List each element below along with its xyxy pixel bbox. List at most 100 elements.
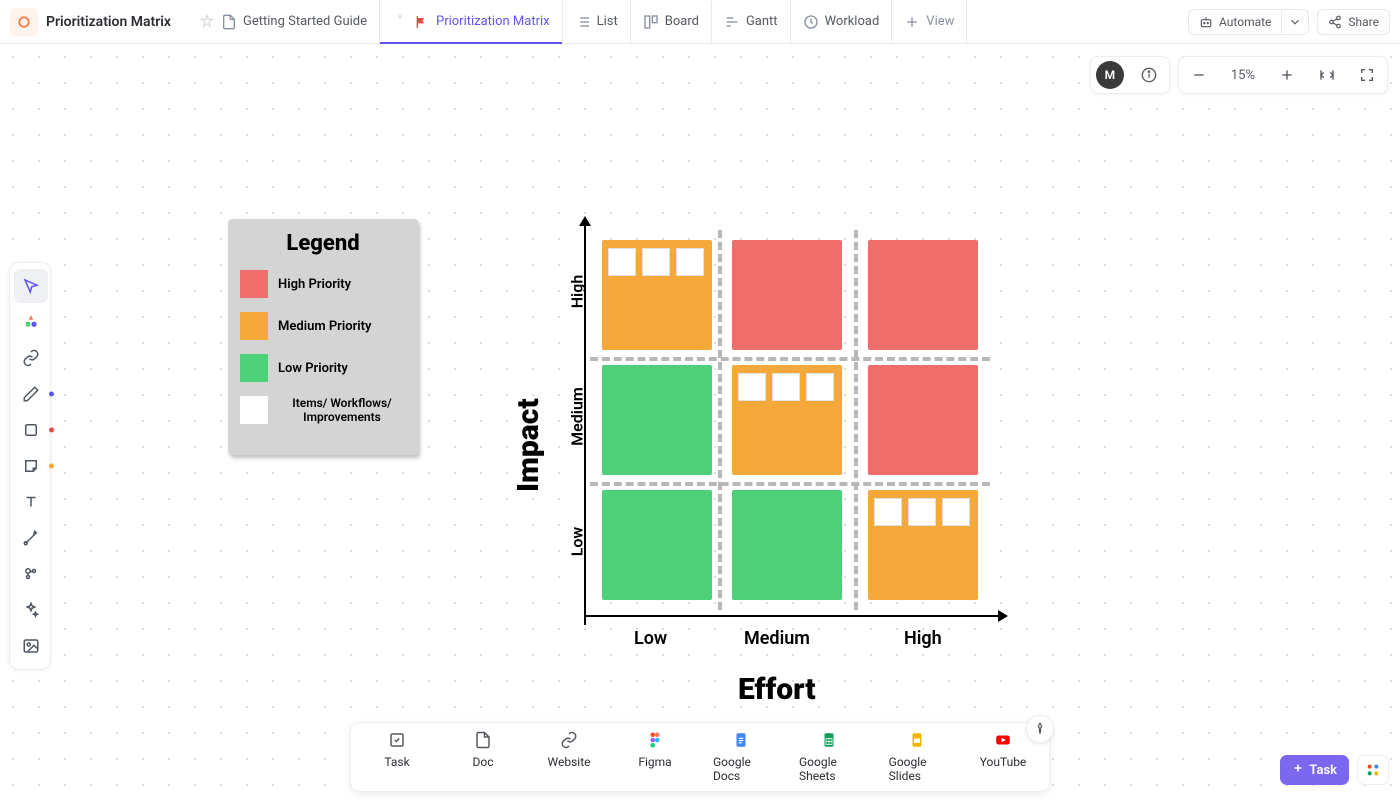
- doc-icon: [474, 731, 492, 749]
- chevron-down-icon: [1288, 15, 1302, 29]
- swatch-red: [240, 270, 268, 298]
- apps-button[interactable]: [1357, 755, 1389, 785]
- templates-tool[interactable]: [14, 305, 48, 339]
- automate-label: Automate: [1219, 15, 1271, 29]
- bt-task[interactable]: Task: [369, 731, 425, 783]
- legend-label: Low Priority: [278, 361, 348, 376]
- y-tick-medium: Medium: [568, 382, 587, 452]
- swatch-orange: [240, 312, 268, 340]
- y-axis-label: Impact: [511, 398, 546, 492]
- cell-high-medium[interactable]: [732, 240, 842, 350]
- avatar[interactable]: M: [1096, 61, 1124, 89]
- robot-icon: [1199, 15, 1213, 29]
- new-task-button[interactable]: Task: [1280, 755, 1349, 785]
- swatch-green: [240, 354, 268, 382]
- sticky-note-tool[interactable]: [14, 449, 48, 483]
- cell-high-low[interactable]: [602, 240, 712, 350]
- google-sheets-icon: [820, 731, 838, 749]
- automate-dropdown[interactable]: [1281, 9, 1309, 35]
- legend-row-low: Low Priority: [240, 354, 406, 382]
- bt-youtube[interactable]: YouTube: [975, 731, 1031, 783]
- tab-label: View: [926, 14, 954, 29]
- legend-panel[interactable]: Legend High Priority Medium Priority Low…: [228, 219, 418, 455]
- list-icon: [575, 14, 591, 30]
- bt-label: Task: [384, 755, 409, 769]
- item-card[interactable]: [738, 373, 766, 401]
- pen-tool[interactable]: [14, 377, 48, 411]
- app-logo[interactable]: [10, 8, 38, 36]
- cell-low-high[interactable]: [868, 490, 978, 600]
- whiteboard-canvas[interactable]: M 15% Legend High Priority Medium Priori…: [0, 44, 1400, 803]
- text-tool[interactable]: [14, 485, 48, 519]
- x-axis-label: Effort: [738, 672, 816, 720]
- x-axis-line: [584, 615, 1004, 617]
- select-tool[interactable]: [14, 269, 48, 303]
- cell-medium-low[interactable]: [602, 365, 712, 475]
- pin-icon: [199, 14, 215, 30]
- bt-doc[interactable]: Doc: [455, 731, 511, 783]
- connector-tool[interactable]: [14, 521, 48, 555]
- tab-workload[interactable]: Workload: [790, 1, 892, 43]
- bt-label: Google Docs: [713, 755, 769, 783]
- cell-medium-medium[interactable]: [732, 365, 842, 475]
- shape-tool[interactable]: [14, 413, 48, 447]
- tab-label: Gantt: [746, 14, 778, 29]
- cell-low-medium[interactable]: [732, 490, 842, 600]
- matrix[interactable]: Impact Effort High Medium Low Low Medium…: [486, 212, 1016, 712]
- tab-getting-started[interactable]: Getting Started Guide: [187, 1, 379, 43]
- bt-label: Google Slides: [889, 755, 945, 783]
- tab-prioritization-matrix[interactable]: Prioritization Matrix: [379, 1, 562, 43]
- tab-label: List: [597, 14, 618, 29]
- left-toolbar: [9, 262, 51, 670]
- item-card[interactable]: [874, 498, 902, 526]
- bt-label: Figma: [638, 755, 671, 769]
- presence-pill: M: [1090, 56, 1170, 94]
- tab-board[interactable]: Board: [630, 1, 711, 43]
- bottom-right-controls: Task: [1280, 755, 1389, 785]
- bt-google-slides[interactable]: Google Slides: [889, 731, 945, 783]
- bt-google-sheets[interactable]: Google Sheets: [799, 731, 859, 783]
- item-card[interactable]: [908, 498, 936, 526]
- link-tool[interactable]: [14, 341, 48, 375]
- item-card[interactable]: [942, 498, 970, 526]
- cell-low-low[interactable]: [602, 490, 712, 600]
- zoom-out-button[interactable]: [1179, 57, 1219, 93]
- bt-google-docs[interactable]: Google Docs: [713, 731, 769, 783]
- tab-gantt[interactable]: Gantt: [711, 1, 790, 43]
- fit-width-button[interactable]: [1307, 57, 1347, 93]
- share-button[interactable]: Share: [1317, 9, 1390, 35]
- x-tick-medium: Medium: [744, 628, 810, 649]
- item-card[interactable]: [676, 248, 704, 276]
- automate-button[interactable]: Automate: [1188, 9, 1281, 35]
- item-card[interactable]: [772, 373, 800, 401]
- gantt-icon: [724, 14, 740, 30]
- top-bar: Prioritization Matrix Getting Started Gu…: [0, 0, 1400, 44]
- youtube-icon: [994, 731, 1012, 749]
- bt-figma[interactable]: Figma: [627, 731, 683, 783]
- cell-high-high[interactable]: [868, 240, 978, 350]
- tab-add-view[interactable]: View: [891, 1, 967, 43]
- tab-list[interactable]: List: [562, 1, 630, 43]
- image-tool[interactable]: [14, 629, 48, 663]
- more-tool[interactable]: [14, 557, 48, 591]
- cell-medium-high[interactable]: [868, 365, 978, 475]
- zoom-in-button[interactable]: [1267, 57, 1307, 93]
- legend-row-items: Items/ Workflows/ Improvements: [240, 396, 406, 425]
- bt-label: Doc: [473, 755, 494, 769]
- task-icon: [388, 731, 406, 749]
- y-tick-low: Low: [568, 507, 587, 577]
- ai-tool[interactable]: [14, 593, 48, 627]
- zoom-percent[interactable]: 15%: [1219, 57, 1267, 93]
- item-card[interactable]: [642, 248, 670, 276]
- y-axis-arrow-icon: [579, 216, 591, 226]
- bt-website[interactable]: Website: [541, 731, 597, 783]
- fullscreen-button[interactable]: [1347, 57, 1387, 93]
- item-card[interactable]: [608, 248, 636, 276]
- page-title: Prioritization Matrix: [46, 14, 171, 30]
- item-card[interactable]: [806, 373, 834, 401]
- pin-toolbar-button[interactable]: [1026, 715, 1054, 743]
- legend-label: High Priority: [278, 277, 351, 292]
- legend-label: Medium Priority: [278, 319, 371, 334]
- info-button[interactable]: [1129, 57, 1169, 93]
- tab-label: Getting Started Guide: [243, 14, 367, 29]
